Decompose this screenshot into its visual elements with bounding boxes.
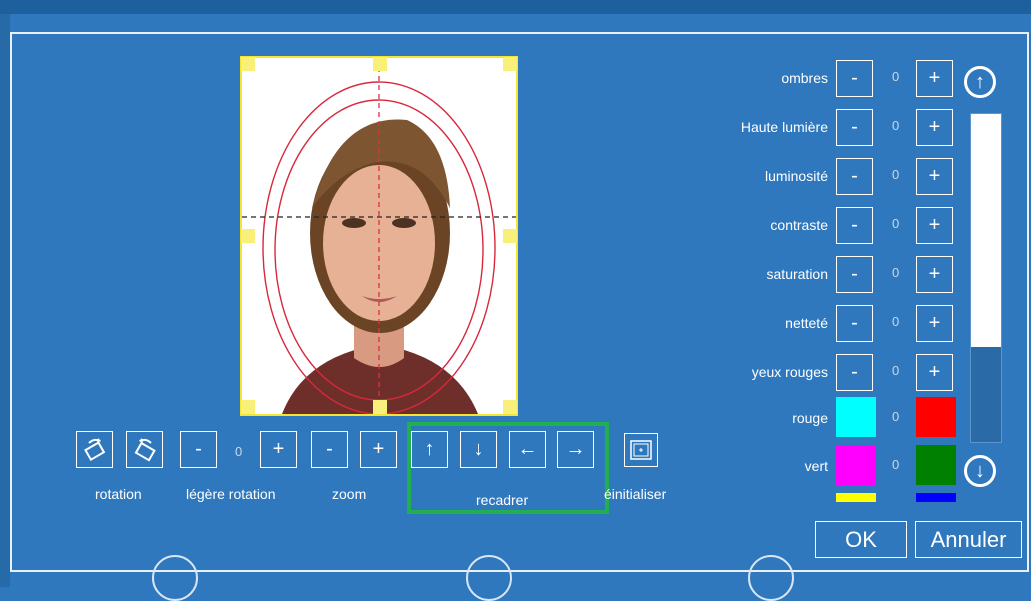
adjustment-label: luminosité (764, 168, 828, 184)
crop-handle-top-left[interactable] (241, 57, 255, 71)
background-circle (152, 555, 198, 601)
color-increase-swatch[interactable] (916, 493, 956, 502)
zoom-out-button[interactable]: - (311, 431, 348, 468)
zoom-label: zoom (332, 486, 367, 502)
color-channel-label: vert (804, 458, 828, 474)
arrow-up-icon: ↑ (975, 70, 985, 93)
crop-handle-bottom-right[interactable] (503, 400, 517, 414)
rotate-left-icon (83, 437, 105, 461)
adjustment-label: netteté (785, 315, 828, 331)
adjustment-plus-button[interactable]: + (916, 60, 953, 97)
arrow-down-icon: ↓ (975, 459, 985, 482)
color-channel-label: rouge (792, 410, 828, 426)
adjustment-plus-button[interactable]: + (916, 158, 953, 195)
crop-handle-bottom[interactable] (373, 400, 387, 414)
adjustment-minus-button[interactable]: - (836, 109, 873, 146)
vertical-slider[interactable] (970, 113, 1002, 443)
adjustment-value: 0 (892, 314, 900, 329)
background-panel (0, 14, 10, 587)
reset-label: éinitialiser (604, 486, 667, 502)
adjustment-value: 0 (892, 167, 900, 182)
adjustment-plus-button[interactable]: + (916, 354, 953, 391)
fine-rotation-plus-button[interactable]: + (260, 431, 297, 468)
portrait-image (242, 58, 516, 414)
adjustment-plus-button[interactable]: + (916, 109, 953, 146)
adjustment-minus-button[interactable]: - (836, 207, 873, 244)
color-decrease-swatch[interactable] (836, 397, 876, 437)
color-value: 0 (892, 409, 900, 424)
color-increase-swatch[interactable] (916, 445, 956, 485)
rotation-label: rotation (95, 486, 142, 502)
crop-handle-bottom-left[interactable] (241, 400, 255, 414)
cancel-button[interactable]: Annuler (915, 521, 1022, 558)
adjustment-minus-button[interactable]: - (836, 60, 873, 97)
color-decrease-swatch[interactable] (836, 493, 876, 502)
adjustment-label: ombres (781, 70, 828, 86)
photo-preview[interactable] (240, 56, 518, 416)
reset-frame-icon (630, 440, 652, 460)
adjustment-label: saturation (766, 266, 828, 282)
crop-highlight-box (407, 422, 609, 514)
crop-handle-top[interactable] (373, 57, 387, 71)
adjustment-plus-button[interactable]: + (916, 207, 953, 244)
slider-down-button[interactable]: ↓ (964, 455, 996, 487)
adjustment-minus-button[interactable]: - (836, 354, 873, 391)
adjustment-value: 0 (892, 118, 900, 133)
title-bar (0, 0, 1031, 14)
adjustment-value: 0 (892, 216, 900, 231)
adjustment-minus-button[interactable]: - (836, 305, 873, 342)
adjustment-label: yeux rouges (751, 364, 828, 380)
adjustment-value: 0 (892, 363, 900, 378)
background-circle (748, 555, 794, 601)
slider-fill (971, 114, 1001, 347)
adjustment-minus-button[interactable]: - (836, 158, 873, 195)
color-decrease-swatch[interactable] (836, 445, 876, 485)
adjustment-plus-button[interactable]: + (916, 305, 953, 342)
adjustment-plus-button[interactable]: + (916, 256, 953, 293)
crop-handle-top-right[interactable] (503, 57, 517, 71)
slider-up-button[interactable]: ↑ (964, 66, 996, 98)
adjustment-value: 0 (892, 265, 900, 280)
color-increase-swatch[interactable] (916, 397, 956, 437)
fine-rotation-minus-button[interactable]: - (180, 431, 217, 468)
crop-handle-right[interactable] (503, 229, 517, 243)
reset-button[interactable] (624, 433, 658, 467)
rotate-right-button[interactable] (126, 431, 163, 468)
color-value: 0 (892, 457, 900, 472)
zoom-in-button[interactable]: + (360, 431, 397, 468)
fine-rotation-value: 0 (235, 444, 243, 459)
rotate-left-button[interactable] (76, 431, 113, 468)
rotate-right-icon (134, 437, 156, 462)
background-circle (466, 555, 512, 601)
adjustment-label: contraste (770, 217, 828, 233)
fine-rotation-label: légère rotation (186, 486, 276, 502)
adjustment-label: Haute lumière (740, 119, 828, 135)
adjustment-value: 0 (892, 69, 900, 84)
crop-handle-left[interactable] (241, 229, 255, 243)
adjustment-minus-button[interactable]: - (836, 256, 873, 293)
ok-button[interactable]: OK (815, 521, 907, 558)
